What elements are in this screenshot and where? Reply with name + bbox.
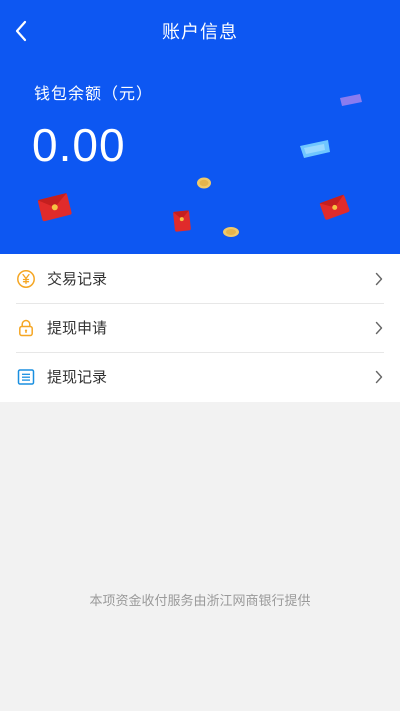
blue-bill-illustration (300, 140, 330, 158)
chevron-right-icon (374, 321, 384, 335)
balance-label: 钱包余额（元） (34, 84, 154, 103)
menu-item-withdraw-request[interactable]: 提现申请 (0, 303, 400, 352)
red-envelope-illustration-right (319, 194, 350, 220)
menu-item-label: 交易记录 (47, 270, 108, 288)
menu-item-transaction-records[interactable]: 交易记录 (0, 254, 400, 303)
chevron-right-icon (374, 272, 384, 286)
yen-circle-icon (16, 269, 36, 289)
service-provider-note: 本项资金收付服务由浙江网商银行提供 (89, 594, 311, 609)
lock-icon (16, 318, 36, 338)
red-envelope-illustration-left (37, 192, 72, 222)
menu-item-withdraw-records[interactable]: 提现记录 (0, 352, 400, 401)
chevron-right-icon (374, 370, 384, 384)
coin-illustration-small (223, 227, 239, 237)
menu-item-label: 提现申请 (47, 319, 108, 337)
wallet-header-panel: 账户信息 钱包余额（元） 0.00 (0, 0, 400, 254)
balance-value: 0.00 (32, 119, 126, 171)
page-title: 账户信息 (162, 22, 238, 43)
red-envelope-illustration-center (173, 210, 191, 232)
purple-bill-illustration (340, 94, 362, 106)
coin-illustration (197, 177, 211, 189)
menu-item-label: 提现记录 (47, 368, 108, 386)
account-menu: 交易记录 提现申请 提现记录 (0, 254, 400, 402)
list-icon (16, 367, 36, 387)
